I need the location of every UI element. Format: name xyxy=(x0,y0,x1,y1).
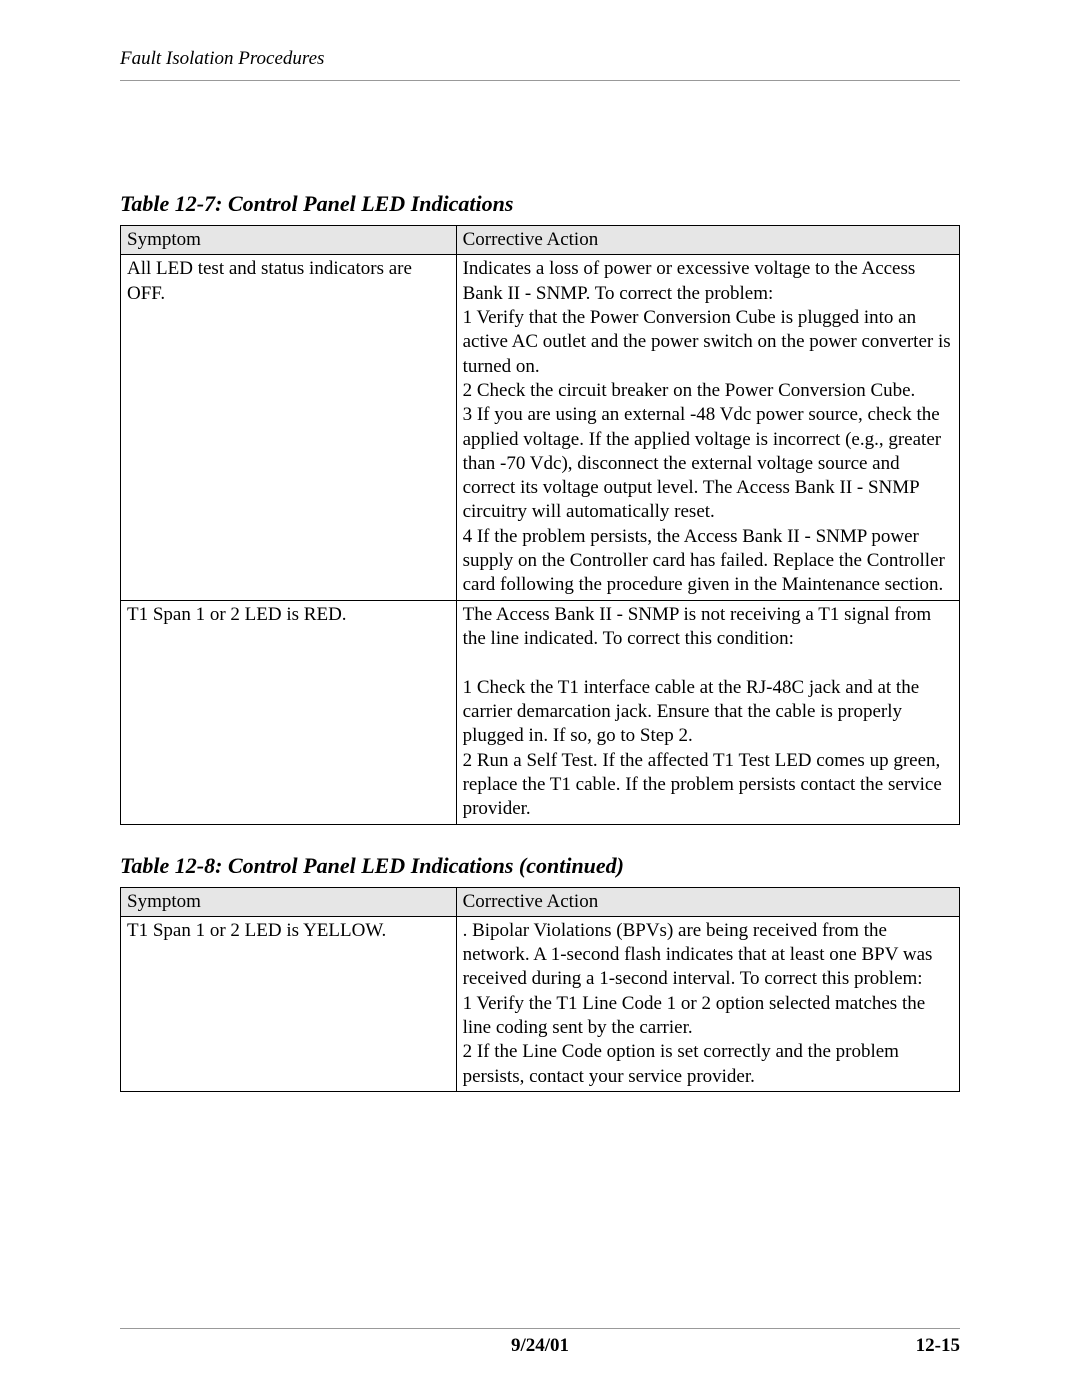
symptom-cell: T1 Span 1 or 2 LED is RED. xyxy=(121,600,457,824)
footer-date: 9/24/01 xyxy=(401,1335,678,1357)
footer-left xyxy=(120,1335,397,1357)
table-1-header-action: Corrective Action xyxy=(456,226,959,255)
action-cell: Indicates a loss of power or excessive v… xyxy=(456,255,959,600)
page-footer: 9/24/01 12-15 xyxy=(120,1328,960,1357)
footer-page: 12-15 xyxy=(683,1335,960,1357)
table-row: All LED test and status indicators are O… xyxy=(121,255,960,600)
table-1-header-symptom: Symptom xyxy=(121,226,457,255)
action-cell: The Access Bank II - SNMP is not receivi… xyxy=(456,600,959,824)
table-2: Symptom Corrective Action T1 Span 1 or 2… xyxy=(120,887,960,1093)
table-2-header-action: Corrective Action xyxy=(456,887,959,916)
table-caption-2: Table 12-8: Control Panel LED Indication… xyxy=(120,853,960,879)
page-header: Fault Isolation Procedures xyxy=(120,48,960,81)
table-row: T1 Span 1 or 2 LED is RED. The Access Ba… xyxy=(121,600,960,824)
page: Fault Isolation Procedures Table 12-7: C… xyxy=(0,0,1080,1397)
table-row: T1 Span 1 or 2 LED is YELLOW. . Bipolar … xyxy=(121,916,960,1091)
symptom-cell: T1 Span 1 or 2 LED is YELLOW. xyxy=(121,916,457,1091)
symptom-cell: All LED test and status indicators are O… xyxy=(121,255,457,600)
table-2-header-row: Symptom Corrective Action xyxy=(121,887,960,916)
table-caption-1: Table 12-7: Control Panel LED Indication… xyxy=(120,191,960,217)
table-1-header-row: Symptom Corrective Action xyxy=(121,226,960,255)
action-cell: . Bipolar Violations (BPVs) are being re… xyxy=(456,916,959,1091)
section-title: Fault Isolation Procedures xyxy=(120,48,324,69)
table-1: Symptom Corrective Action All LED test a… xyxy=(120,225,960,825)
page-content: Table 12-7: Control Panel LED Indication… xyxy=(120,81,960,1288)
table-2-header-symptom: Symptom xyxy=(121,887,457,916)
